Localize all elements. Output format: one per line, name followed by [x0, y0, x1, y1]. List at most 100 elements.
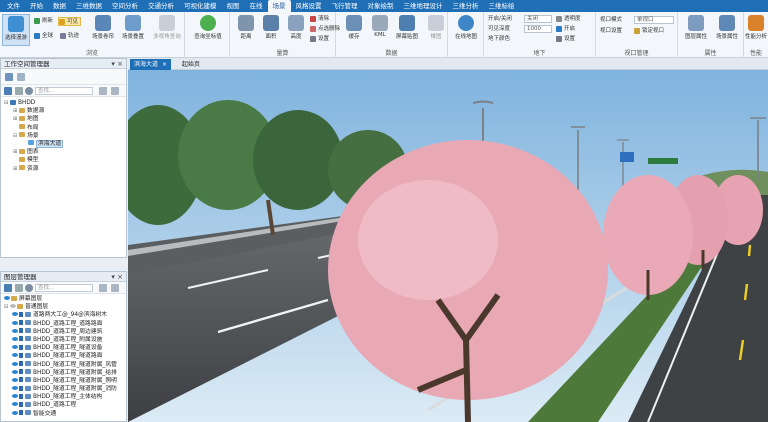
lock-view-button[interactable]: 锁定视口	[634, 27, 664, 36]
workspace-tool-icon[interactable]	[17, 73, 25, 81]
ribbon-tab-12[interactable]: 对象绘制	[363, 0, 399, 12]
doc-tab-scene[interactable]: 滨海大道 ×	[130, 59, 172, 70]
underground-settings-button[interactable]: 设置	[556, 35, 575, 44]
selectable-icon[interactable]	[19, 344, 23, 350]
layer-tree-item[interactable]: BHDD_道路工程_道路路面	[1, 320, 126, 328]
visibility-eye-icon[interactable]	[10, 304, 16, 309]
layer-tree-item[interactable]: BHDD_道路工程_附属设施	[1, 336, 126, 344]
transparency-button[interactable]: 透明度	[556, 15, 581, 24]
visibility-eye-icon[interactable]	[12, 369, 18, 374]
selectable-icon[interactable]	[19, 393, 23, 399]
visibility-eye-icon[interactable]	[12, 336, 18, 341]
ribbon-tab-6[interactable]: 可视化建模	[179, 0, 222, 12]
visibility-eye-icon[interactable]	[12, 361, 18, 366]
height-button[interactable]: 高度	[282, 14, 310, 46]
workspace-tree-node[interactable]: 布局	[1, 124, 126, 132]
performance-analysis-button[interactable]: 性能分析	[744, 14, 768, 46]
visibility-eye-icon[interactable]	[12, 353, 18, 358]
ribbon-tab-7[interactable]: 视图	[222, 0, 245, 12]
ribbon-tab-15[interactable]: 三维标绘	[484, 0, 520, 12]
layer-tree-item[interactable]: BHDD_隧道工程_隧道设备	[1, 344, 126, 352]
measure-settings-button[interactable]: 设置	[310, 35, 329, 44]
select-roam-button[interactable]: 选择漫游	[2, 14, 30, 46]
layer-tree-item[interactable]: BHDD_隧道工程_隧道附属_风管	[1, 361, 126, 369]
selectable-icon[interactable]	[19, 401, 23, 407]
query-coordinate-button[interactable]: 查询坐标值	[190, 14, 226, 46]
distance-button[interactable]: 距离	[232, 14, 260, 46]
search-prev-icon[interactable]	[99, 87, 107, 95]
ribbon-tab-3[interactable]: 三维数据	[71, 0, 107, 12]
ribbon-tab-11[interactable]: 飞行管理	[327, 0, 363, 12]
ribbon-tab-0[interactable]: 文件	[2, 0, 25, 12]
globe-button[interactable]: 全球	[34, 32, 53, 41]
panel-pin-close-icon[interactable]: ▾ ×	[111, 59, 123, 69]
selectable-icon[interactable]	[19, 369, 23, 375]
layer-tree-item[interactable]: 道路两大工@_94@滨海树木	[1, 311, 126, 319]
selectable-icon[interactable]	[19, 336, 23, 342]
building-map-button[interactable]: 楼图	[422, 14, 450, 46]
workspace-tree-node[interactable]: ⊞ 资源	[1, 165, 126, 173]
layer-tree-item[interactable]: BHDD_道路工程	[1, 401, 126, 409]
layer-view-icon[interactable]	[4, 284, 12, 292]
ribbon-tab-1[interactable]: 开始	[25, 0, 48, 12]
visibility-eye-icon[interactable]	[12, 402, 18, 407]
visibility-eye-icon[interactable]	[12, 328, 18, 333]
open-button[interactable]: 开启	[556, 25, 575, 34]
layer-panel-pin-close-icon[interactable]: ▾ ×	[111, 272, 123, 282]
multi-view-query-button[interactable]: 多视角查询	[150, 14, 184, 46]
underground-toggle-select[interactable]: 关闭	[524, 15, 552, 23]
workspace-tree-node[interactable]: ⊟ 场景	[1, 132, 126, 140]
selectable-icon[interactable]	[19, 385, 23, 391]
visibility-eye-icon[interactable]	[12, 386, 18, 391]
visibility-eye-icon[interactable]	[12, 312, 18, 317]
selectable-icon[interactable]	[19, 377, 23, 383]
layer-search-prev-icon[interactable]	[99, 284, 107, 292]
workspace-tree-node[interactable]: 模型	[1, 156, 126, 164]
layer-tree-item[interactable]: BHDD_道路工程_周边建筑	[1, 328, 126, 336]
scene-viewport[interactable]	[128, 70, 768, 422]
workspace-tree-node[interactable]: ⊞ 数据源	[1, 107, 126, 115]
scene-render[interactable]	[128, 70, 768, 422]
scene-curtain-button[interactable]: 场景卷帘	[88, 14, 118, 46]
visibility-eye-icon[interactable]	[12, 394, 18, 399]
ribbon-tab-4[interactable]: 空间分析	[107, 0, 143, 12]
tree-view-icon[interactable]	[4, 87, 12, 95]
visibility-eye-icon[interactable]	[12, 410, 18, 415]
layer-filter-icon[interactable]	[15, 284, 23, 292]
ribbon-tab-8[interactable]: 在线	[245, 0, 268, 12]
layer-tree-item[interactable]: BHDD_隧道工程_主体结构	[1, 393, 126, 401]
search-next-icon[interactable]	[111, 87, 119, 95]
kml-button[interactable]: KML	[366, 14, 394, 46]
selectable-icon[interactable]	[19, 311, 23, 317]
visible-button[interactable]: 可见	[58, 17, 82, 26]
filter-icon[interactable]	[15, 87, 23, 95]
ribbon-tab-5[interactable]: 交通分析	[143, 0, 179, 12]
view-mode-select[interactable]: 单视口	[634, 16, 674, 24]
view-settings-button[interactable]: 视口设置	[599, 27, 622, 36]
selectable-icon[interactable]	[19, 328, 23, 334]
selectable-icon[interactable]	[19, 320, 23, 326]
workspace-search-input[interactable]: 查找...	[35, 87, 93, 95]
visibility-eye-icon[interactable]	[12, 345, 18, 350]
ribbon-tab-14[interactable]: 三维分析	[448, 0, 484, 12]
selectable-icon[interactable]	[19, 410, 23, 416]
ribbon-tab-10[interactable]: 风格设置	[291, 0, 327, 12]
selectable-icon[interactable]	[19, 352, 23, 358]
visible-depth-input[interactable]: 1000	[524, 25, 552, 33]
layer-tree-item[interactable]: BHDD_隧道工程_隧道附属_照明	[1, 377, 126, 385]
layer-tree-item[interactable]: 智能交通	[1, 410, 126, 418]
selectable-icon[interactable]	[19, 361, 23, 366]
ribbon-tab-13[interactable]: 三维地理设计	[399, 0, 448, 12]
layer-tree-item[interactable]: 屏幕图层	[1, 295, 126, 303]
track-button[interactable]: 轨迹	[60, 32, 79, 41]
layer-tree-item[interactable]: BHDD_隧道工程_隧道路面	[1, 352, 126, 360]
scene-attributes-button[interactable]: 场景属性	[712, 14, 742, 46]
clear-button[interactable]: 清除	[310, 15, 329, 24]
area-button[interactable]: 面积	[257, 14, 285, 46]
scene-overlap-button[interactable]: 场景叠置	[118, 14, 148, 46]
online-map-button[interactable]: 在线地图	[451, 14, 481, 46]
layer-tree-item[interactable]: ⊟ 普通图层	[1, 303, 126, 311]
layer-expand-toggle-icon[interactable]: ⊟	[4, 303, 10, 311]
layer-tree-item[interactable]: BHDD_隧道工程_隧道附属_消防	[1, 385, 126, 393]
open-workspace-icon[interactable]	[5, 73, 13, 81]
